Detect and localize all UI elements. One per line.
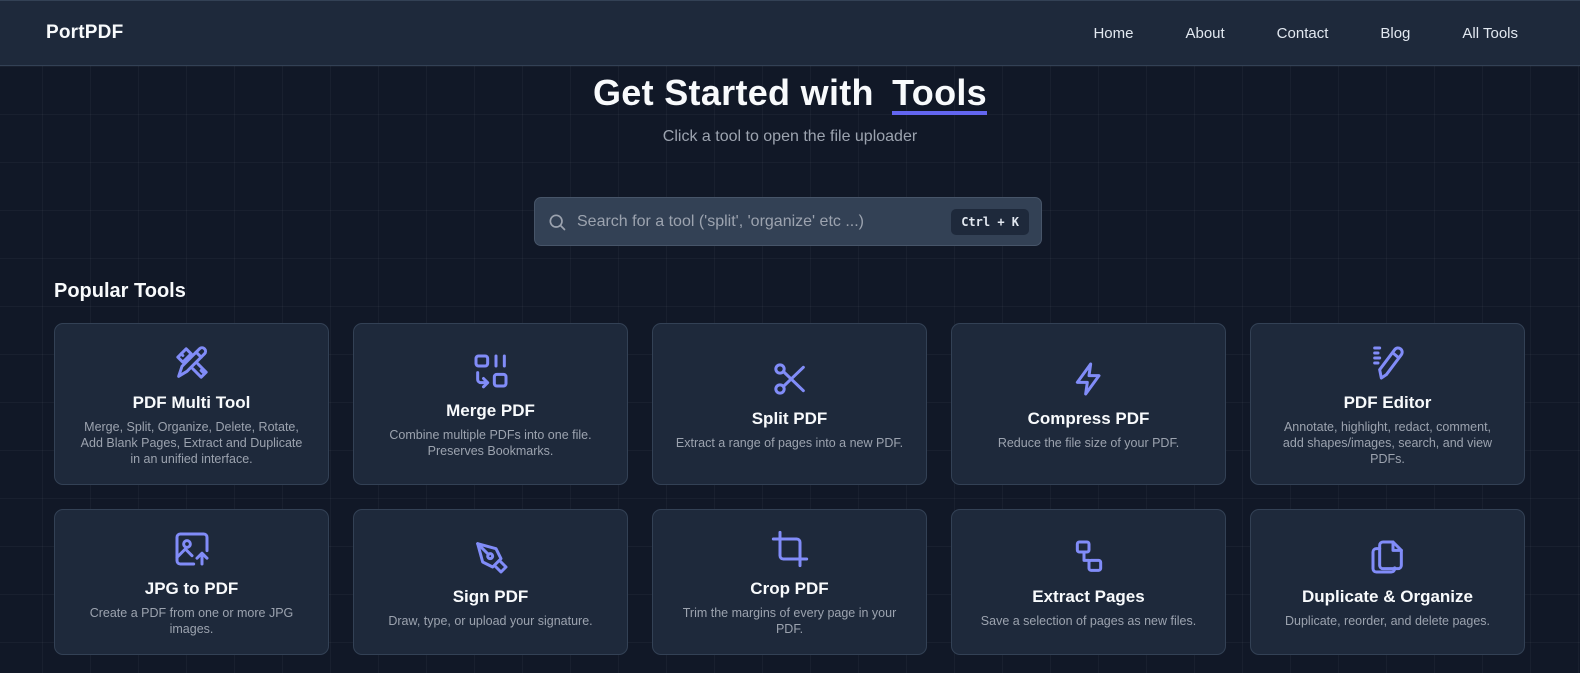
hero-title: Get Started with Tools: [0, 72, 1580, 115]
lightning-bolt-icon: [1067, 357, 1111, 401]
tool-card-description: Save a selection of pages as new files.: [980, 614, 1197, 628]
copy-pages-icon: [1366, 535, 1410, 579]
tool-card-description: Merge, Split, Organize, Delete, Rotate, …: [80, 420, 303, 466]
tool-card-description: Reduce the file size of your PDF.: [997, 436, 1180, 450]
pen-tool-icon: [1366, 341, 1410, 385]
tool-card-title: JPG to PDF: [144, 579, 239, 598]
scissors-icon: [768, 357, 812, 401]
tool-card-jpg-to-pdf[interactable]: JPG to PDF Create a PDF from one or more…: [54, 509, 329, 655]
search-icon: [547, 212, 567, 232]
tool-card-description: Trim the margins of every page in your P…: [682, 606, 897, 636]
tool-card-compress-pdf[interactable]: Compress PDF Reduce the file size of you…: [951, 323, 1226, 485]
pencil-ruler-icon: [170, 341, 214, 385]
merge-pages-icon: [469, 349, 513, 393]
extract-pages-icon: [1067, 535, 1111, 579]
popular-tools-heading: Popular Tools: [54, 280, 186, 302]
top-navbar: PortPDF Home About Contact Blog All Tool…: [0, 0, 1580, 66]
nav-link-all-tools[interactable]: All Tools: [1462, 25, 1518, 42]
tool-card-description: Extract a range of pages into a new PDF.: [675, 436, 904, 450]
hero-title-accent: Tools: [892, 72, 987, 115]
tool-card-split-pdf[interactable]: Split PDF Extract a range of pages into …: [652, 323, 927, 485]
tool-card-description: Annotate, highlight, redact, comment, ad…: [1282, 420, 1493, 466]
nav-links: Home About Contact Blog All Tools: [1041, 25, 1518, 42]
tool-card-title: PDF Editor: [1343, 393, 1432, 412]
tool-card-duplicate-organize[interactable]: Duplicate & Organize Duplicate, reorder,…: [1250, 509, 1525, 655]
tool-card-title: Split PDF: [751, 409, 828, 428]
hero-subtitle: Click a tool to open the file uploader: [662, 128, 918, 145]
tool-card-merge-pdf[interactable]: Merge PDF Combine multiple PDFs into one…: [353, 323, 628, 485]
tool-card-pdf-multi-tool[interactable]: PDF Multi Tool Merge, Split, Organize, D…: [54, 323, 329, 485]
signature-pen-icon: [469, 535, 513, 579]
nav-link-about[interactable]: About: [1185, 25, 1224, 42]
tool-card-pdf-editor[interactable]: PDF Editor Annotate, highlight, redact, …: [1250, 323, 1525, 485]
nav-link-blog[interactable]: Blog: [1380, 25, 1410, 42]
tool-card-title: Duplicate & Organize: [1302, 587, 1473, 606]
tool-card-title: Compress PDF: [1027, 409, 1150, 428]
tool-card-description: Combine multiple PDFs into one file. Pre…: [389, 428, 592, 458]
brand-logo[interactable]: PortPDF: [46, 22, 123, 44]
hero-title-prefix: Get Started with: [593, 72, 874, 113]
tool-card-title: Extract Pages: [1032, 587, 1145, 606]
nav-link-home[interactable]: Home: [1093, 25, 1133, 42]
tool-search-box[interactable]: Ctrl + K: [534, 197, 1042, 246]
tool-card-description: Create a PDF from one or more JPG images…: [89, 606, 294, 636]
tool-card-crop-pdf[interactable]: Crop PDF Trim the margins of every page …: [652, 509, 927, 655]
tool-card-sign-pdf[interactable]: Sign PDF Draw, type, or upload your sign…: [353, 509, 628, 655]
tool-card-title: Merge PDF: [446, 401, 535, 420]
search-input[interactable]: [577, 212, 952, 231]
tool-card-title: Crop PDF: [750, 579, 829, 598]
tool-card-title: Sign PDF: [452, 587, 529, 606]
crop-icon: [768, 527, 812, 571]
nav-link-contact[interactable]: Contact: [1277, 25, 1329, 42]
tool-card-title: PDF Multi Tool: [132, 393, 251, 412]
image-upload-icon: [170, 527, 214, 571]
tool-card-extract-pages[interactable]: Extract Pages Save a selection of pages …: [951, 509, 1226, 655]
tool-card-description: Duplicate, reorder, and delete pages.: [1285, 614, 1490, 628]
tools-grid: PDF Multi Tool Merge, Split, Organize, D…: [54, 323, 1525, 655]
tool-card-description: Draw, type, or upload your signature.: [388, 614, 593, 628]
keyboard-shortcut-badge: Ctrl + K: [951, 208, 1029, 235]
